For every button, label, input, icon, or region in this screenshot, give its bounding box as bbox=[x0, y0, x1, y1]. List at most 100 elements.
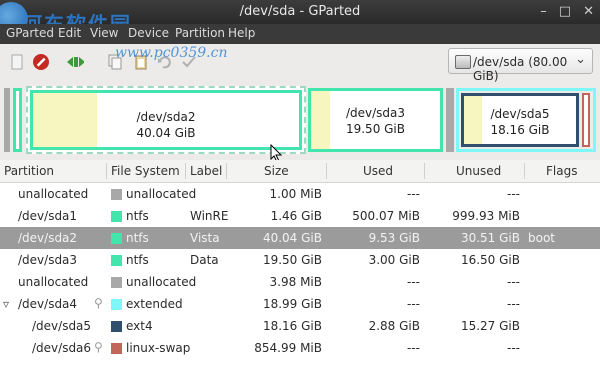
used: --- bbox=[407, 297, 420, 311]
menu-device[interactable]: Device bbox=[128, 26, 169, 40]
map-sda2-size: 40.04 GiB bbox=[136, 126, 196, 140]
map-sda2-name: /dev/sda2 bbox=[136, 110, 196, 124]
unused: 15.27 GiB bbox=[460, 319, 520, 333]
col-size[interactable]: Size bbox=[264, 164, 289, 178]
size: 3.98 MiB bbox=[269, 275, 322, 289]
maximize-button[interactable]: □ bbox=[559, 4, 571, 19]
used: --- bbox=[407, 187, 420, 201]
table-row-selected[interactable]: /dev/sda2 ntfs Vista 40.04 GiB 9.53 GiB … bbox=[0, 227, 600, 249]
chevron-down-icon: ⌄ bbox=[575, 52, 586, 67]
table-row[interactable]: /dev/sda1 ntfs WinRE 1.46 GiB 500.07 MiB… bbox=[0, 205, 600, 227]
table-row[interactable]: /dev/sda6 ⚲ linux-swap 854.99 MiB --- --… bbox=[0, 337, 600, 359]
unused: 999.93 MiB bbox=[452, 209, 520, 223]
map-sda4-extended[interactable]: /dev/sda5 18.16 GiB bbox=[456, 88, 596, 152]
partition-name: /dev/sda2 bbox=[18, 231, 78, 245]
new-icon[interactable] bbox=[8, 53, 26, 71]
used: 3.00 GiB bbox=[368, 253, 420, 267]
size: 854.99 MiB bbox=[254, 341, 322, 355]
fs-color-swatch bbox=[111, 211, 122, 222]
table-row[interactable]: /dev/sda5 ext4 18.16 GiB 2.88 GiB 15.27 … bbox=[0, 315, 600, 337]
col-label[interactable]: Label bbox=[190, 164, 222, 178]
used: 2.88 GiB bbox=[368, 319, 420, 333]
map-sda3[interactable]: /dev/sda3 19.50 GiB bbox=[308, 88, 443, 152]
label: WinRE bbox=[190, 209, 229, 223]
unused: --- bbox=[507, 275, 520, 289]
window-title: /dev/sda - GParted bbox=[239, 4, 361, 19]
partition-name: /dev/sda5 bbox=[32, 319, 92, 333]
table-row[interactable]: /dev/sda3 ntfs Data 19.50 GiB 3.00 GiB 1… bbox=[0, 249, 600, 271]
used: --- bbox=[407, 275, 420, 289]
fs-type: unallocated bbox=[126, 275, 197, 289]
partition-name: /dev/sda6 bbox=[32, 341, 92, 355]
used: 500.07 MiB bbox=[352, 209, 420, 223]
unused: --- bbox=[507, 297, 520, 311]
unused: --- bbox=[507, 341, 520, 355]
fs-type: ntfs bbox=[126, 231, 149, 245]
title-bar: 河东软件园 /dev/sda - GParted – □ ✕ bbox=[0, 0, 600, 36]
used: 9.53 GiB bbox=[368, 231, 420, 245]
menu-bar: GParted Edit View Device Partition Help bbox=[0, 24, 600, 44]
col-partition[interactable]: Partition bbox=[4, 164, 54, 178]
partition-name: unallocated bbox=[18, 275, 89, 289]
label: Vista bbox=[190, 231, 220, 245]
fs-color-swatch bbox=[111, 255, 122, 266]
minimize-button[interactable]: – bbox=[540, 4, 547, 19]
col-flags[interactable]: Flags bbox=[546, 164, 577, 178]
fs-type: extended bbox=[126, 297, 183, 311]
fs-type: ntfs bbox=[126, 253, 149, 267]
partition-name: /dev/sda4 bbox=[18, 297, 78, 311]
menu-partition[interactable]: Partition bbox=[175, 26, 225, 40]
fs-color-swatch bbox=[111, 343, 122, 354]
map-sda1[interactable] bbox=[13, 88, 22, 152]
map-sda2[interactable]: /dev/sda2 40.04 GiB bbox=[26, 86, 306, 154]
map-unallocated-1[interactable] bbox=[4, 88, 10, 152]
fs-type: unallocated bbox=[126, 187, 197, 201]
unused: --- bbox=[507, 187, 520, 201]
menu-help[interactable]: Help bbox=[228, 26, 255, 40]
size: 1.46 GiB bbox=[270, 209, 322, 223]
menu-edit[interactable]: Edit bbox=[58, 26, 81, 40]
map-sda6[interactable] bbox=[582, 93, 590, 147]
partition-table: Partition File System Label Size Used Un… bbox=[0, 160, 600, 365]
map-sda5-name: /dev/sda5 bbox=[490, 107, 550, 121]
size: 18.99 GiB bbox=[262, 297, 322, 311]
table-row[interactable]: unallocated unallocated 3.98 MiB --- --- bbox=[0, 271, 600, 293]
menu-gparted[interactable]: GParted bbox=[6, 26, 54, 40]
partition-map: /dev/sda2 40.04 GiB /dev/sda3 19.50 GiB … bbox=[0, 82, 600, 163]
map-sda5[interactable]: /dev/sda5 18.16 GiB bbox=[461, 93, 579, 147]
expander-icon[interactable]: ▿ bbox=[3, 297, 9, 311]
map-sda5-size: 18.16 GiB bbox=[490, 123, 550, 137]
resize-move-icon[interactable] bbox=[66, 53, 84, 71]
size: 40.04 GiB bbox=[262, 231, 322, 245]
map-unallocated-2[interactable] bbox=[446, 88, 454, 152]
flags: boot bbox=[528, 231, 556, 245]
table-row[interactable]: unallocated unallocated 1.00 MiB --- --- bbox=[0, 183, 600, 205]
disk-icon bbox=[455, 55, 471, 69]
map-sda3-size: 19.50 GiB bbox=[345, 122, 406, 136]
partition-name: /dev/sda3 bbox=[18, 253, 78, 267]
col-used[interactable]: Used bbox=[363, 164, 393, 178]
fs-color-swatch bbox=[111, 299, 122, 310]
key-icon: ⚲ bbox=[94, 296, 103, 310]
fs-color-swatch bbox=[111, 321, 122, 332]
fs-color-swatch bbox=[111, 233, 122, 244]
size: 18.16 GiB bbox=[262, 319, 322, 333]
table-row[interactable]: ▿ /dev/sda4 ⚲ extended 18.99 GiB --- --- bbox=[0, 293, 600, 315]
partition-name: /dev/sda1 bbox=[18, 209, 78, 223]
col-file-system[interactable]: File System bbox=[111, 164, 180, 178]
fs-type: ext4 bbox=[126, 319, 153, 333]
label: Data bbox=[190, 253, 219, 267]
col-unused[interactable]: Unused bbox=[456, 164, 501, 178]
unused: 16.50 GiB bbox=[460, 253, 520, 267]
partition-name: unallocated bbox=[18, 187, 89, 201]
used: --- bbox=[407, 341, 420, 355]
fs-color-swatch bbox=[111, 189, 122, 200]
size: 19.50 GiB bbox=[262, 253, 322, 267]
delete-icon[interactable] bbox=[32, 53, 50, 71]
fs-type: ntfs bbox=[126, 209, 149, 223]
map-sda3-name: /dev/sda3 bbox=[345, 106, 406, 120]
key-icon: ⚲ bbox=[94, 340, 103, 354]
device-selector[interactable]: /dev/sda (80.00 GiB) ⌄ bbox=[448, 48, 593, 83]
close-button[interactable]: ✕ bbox=[583, 4, 594, 19]
menu-view[interactable]: View bbox=[90, 26, 118, 40]
